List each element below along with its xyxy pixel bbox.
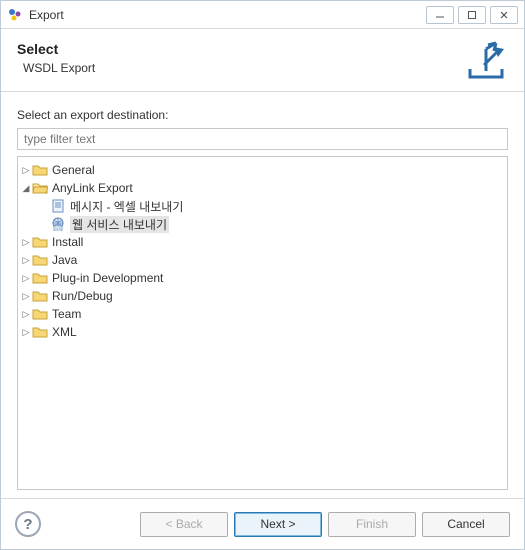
expand-icon[interactable]: ▷ [20, 327, 32, 338]
minimize-button[interactable] [426, 6, 454, 24]
tree-item-team[interactable]: ▷ Team [20, 305, 505, 323]
tree-label: Java [52, 253, 77, 267]
back-button: < Back [140, 512, 228, 537]
tree-label: 메시지 - 엑셀 내보내기 [70, 198, 183, 215]
expand-icon[interactable]: ▷ [20, 165, 32, 176]
help-button[interactable]: ? [15, 511, 41, 537]
button-bar: ? < Back Next > Finish Cancel [1, 498, 524, 549]
tree-label: Install [52, 235, 83, 249]
export-tree: ▷ General ◢ AnyLink Export [20, 161, 505, 341]
titlebar: Export [1, 1, 524, 29]
folder-icon [32, 253, 48, 267]
tree-label: Run/Debug [52, 289, 113, 303]
window-controls [426, 6, 518, 24]
expand-icon[interactable]: ▷ [20, 309, 32, 320]
content-area: Select an export destination: ▷ General … [1, 92, 524, 498]
tree-label: Plug-in Development [52, 271, 163, 285]
finish-button: Finish [328, 512, 416, 537]
tree-label: General [52, 163, 95, 177]
folder-icon [32, 289, 48, 303]
expand-icon[interactable]: ▷ [20, 237, 32, 248]
tree-item-xml[interactable]: ▷ XML [20, 323, 505, 341]
tree-label: XML [52, 325, 77, 339]
help-icon: ? [23, 516, 32, 533]
tree-container[interactable]: ▷ General ◢ AnyLink Export [17, 156, 508, 490]
export-icon [464, 41, 508, 81]
tree-item-install[interactable]: ▷ Install [20, 233, 505, 251]
banner-subtitle: WSDL Export [17, 61, 464, 75]
export-dialog: Export Select WSDL Export [0, 0, 525, 550]
close-button[interactable] [490, 6, 518, 24]
folder-open-icon [32, 181, 48, 195]
folder-icon [32, 163, 48, 177]
destination-label: Select an export destination: [17, 108, 508, 122]
next-button[interactable]: Next > [234, 512, 322, 537]
window-title: Export [29, 8, 426, 22]
expand-icon[interactable]: ▷ [20, 291, 32, 302]
svg-text:WS: WS [55, 226, 62, 231]
expand-icon[interactable]: ▷ [20, 255, 32, 266]
wizard-banner: Select WSDL Export [1, 29, 524, 92]
tree-item-plugin-development[interactable]: ▷ Plug-in Development [20, 269, 505, 287]
tree-label: 웹 서비스 내보내기 [70, 216, 169, 233]
tree-item-anylink-export[interactable]: ◢ AnyLink Export [20, 179, 505, 233]
tree-item-web-service-export[interactable]: WS 웹 서비스 내보내기 [38, 215, 505, 233]
folder-icon [32, 235, 48, 249]
folder-icon [32, 325, 48, 339]
filter-input[interactable] [17, 128, 508, 150]
globe-ws-icon: WS [50, 216, 66, 232]
tree-label: AnyLink Export [52, 181, 133, 195]
tree-item-run-debug[interactable]: ▷ Run/Debug [20, 287, 505, 305]
document-icon [50, 198, 66, 214]
app-icon [7, 7, 23, 23]
collapse-icon[interactable]: ◢ [20, 183, 32, 194]
folder-icon [32, 271, 48, 285]
tree-item-java[interactable]: ▷ Java [20, 251, 505, 269]
expand-icon[interactable]: ▷ [20, 273, 32, 284]
folder-icon [32, 307, 48, 321]
tree-item-msg-excel-export[interactable]: 메시지 - 엑셀 내보내기 [38, 197, 505, 215]
maximize-button[interactable] [458, 6, 486, 24]
tree-item-general[interactable]: ▷ General [20, 161, 505, 179]
cancel-button[interactable]: Cancel [422, 512, 510, 537]
tree-label: Team [52, 307, 81, 321]
banner-heading: Select [17, 41, 464, 57]
